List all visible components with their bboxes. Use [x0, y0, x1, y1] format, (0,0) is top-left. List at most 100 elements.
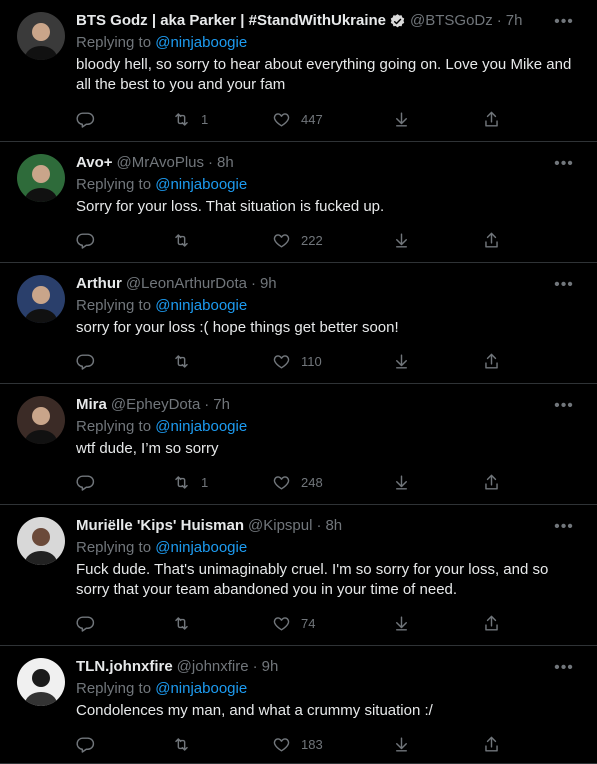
tweet[interactable]: Mira @EpheyDota · 7h ••• Replying to @ni…: [0, 384, 597, 505]
reaction-icon: [396, 111, 407, 127]
reply-button[interactable]: [76, 350, 95, 372]
avatar[interactable]: [17, 517, 65, 565]
tweet-header: BTS Godz | aka Parker | #StandWithUkrain…: [76, 11, 583, 31]
more-options-button[interactable]: •••: [551, 272, 577, 298]
mention-link[interactable]: @ninjaboogie: [155, 176, 247, 193]
display-name[interactable]: Muriëlle 'Kips' Huisman: [76, 516, 244, 536]
reaction-button[interactable]: [392, 108, 411, 130]
reaction-icon: [396, 615, 407, 631]
retweet-button[interactable]: 1: [172, 108, 208, 130]
timestamp[interactable]: 7h: [506, 11, 523, 31]
more-options-button[interactable]: •••: [551, 393, 577, 419]
display-name[interactable]: Arthur: [76, 274, 122, 294]
timestamp[interactable]: 8h: [325, 516, 342, 536]
mention-link[interactable]: @ninjaboogie: [155, 34, 247, 51]
avatar[interactable]: [17, 154, 65, 202]
more-options-button[interactable]: •••: [551, 655, 577, 681]
replying-to-label: Replying to: [76, 418, 152, 435]
avatar-image: [17, 396, 65, 444]
tweet-text: sorry for your loss :( hope things get b…: [76, 319, 399, 336]
user-handle[interactable]: @Kipspul: [248, 516, 312, 536]
mention-link[interactable]: @ninjaboogie: [155, 539, 247, 556]
reaction-button[interactable]: [392, 471, 411, 493]
timestamp[interactable]: 8h: [217, 153, 234, 173]
reply-button[interactable]: [76, 108, 95, 130]
user-handle[interactable]: @MrAvoPlus: [117, 153, 204, 173]
tweet[interactable]: BTS Godz | aka Parker | #StandWithUkrain…: [0, 0, 597, 142]
like-button[interactable]: 447: [272, 108, 323, 130]
reaction-button[interactable]: [392, 350, 411, 372]
more-options-button[interactable]: •••: [551, 151, 577, 177]
avatar[interactable]: [17, 658, 65, 706]
more-icon: •••: [554, 659, 574, 676]
timestamp[interactable]: 9h: [262, 657, 279, 677]
reaction-button[interactable]: [392, 229, 411, 251]
like-button[interactable]: 74: [272, 612, 315, 634]
mention-link[interactable]: @ninjaboogie: [155, 297, 247, 314]
share-icon: [485, 111, 498, 127]
timestamp[interactable]: 7h: [213, 395, 230, 415]
avatar[interactable]: [17, 275, 65, 323]
user-handle[interactable]: @johnxfire: [177, 657, 249, 677]
user-handle[interactable]: @BTSGoDz: [410, 11, 493, 31]
reaction-icon: [396, 474, 407, 490]
separator-dot: ·: [316, 517, 322, 534]
retweet-icon: [175, 475, 188, 489]
reply-button[interactable]: [76, 229, 95, 251]
replying-to-label: Replying to: [76, 176, 152, 193]
share-button[interactable]: [482, 229, 501, 251]
reply-button[interactable]: [76, 733, 95, 755]
share-button[interactable]: [482, 612, 501, 634]
display-name[interactable]: Avo+: [76, 153, 113, 173]
share-button[interactable]: [482, 733, 501, 755]
more-icon: •••: [554, 13, 574, 30]
share-button[interactable]: [482, 350, 501, 372]
mention-link[interactable]: @ninjaboogie: [155, 680, 247, 697]
avatar[interactable]: [17, 396, 65, 444]
like-icon: [273, 354, 290, 369]
avatar-image: [17, 154, 65, 202]
tweet[interactable]: TLN.johnxfire @johnxfire · 9h ••• Replyi…: [0, 646, 597, 764]
user-handle[interactable]: @EpheyDota: [111, 395, 200, 415]
retweet-count: 1: [201, 474, 209, 490]
tweet[interactable]: Avo+ @MrAvoPlus · 8h ••• Replying to @ni…: [0, 142, 597, 263]
retweet-button[interactable]: [172, 350, 201, 372]
retweet-button[interactable]: [172, 229, 201, 251]
replying-to: Replying to @ninjaboogie: [76, 538, 583, 558]
like-icon: [273, 475, 290, 490]
tweet[interactable]: Arthur @LeonArthurDota · 9h ••• Replying…: [0, 263, 597, 384]
reply-button[interactable]: [76, 471, 95, 493]
display-name[interactable]: TLN.johnxfire: [76, 657, 173, 677]
reaction-button[interactable]: [392, 733, 411, 755]
more-icon: •••: [554, 155, 574, 172]
share-icon: [485, 353, 498, 369]
tweet-header: TLN.johnxfire @johnxfire · 9h: [76, 657, 583, 677]
like-count: 74: [301, 615, 316, 631]
tweet-header: Mira @EpheyDota · 7h: [76, 395, 583, 415]
display-name[interactable]: BTS Godz | aka Parker | #StandWithUkrain…: [76, 11, 386, 31]
more-options-button[interactable]: •••: [551, 514, 577, 540]
display-name[interactable]: Mira: [76, 395, 107, 415]
share-button[interactable]: [482, 471, 501, 493]
more-options-button[interactable]: •••: [551, 9, 577, 35]
mention-link[interactable]: @ninjaboogie: [155, 418, 247, 435]
like-button[interactable]: 110: [272, 350, 322, 372]
retweet-button[interactable]: [172, 612, 201, 634]
reply-button[interactable]: [76, 612, 95, 634]
avatar[interactable]: [17, 12, 65, 60]
reply-icon: [76, 736, 95, 753]
like-button[interactable]: 183: [272, 733, 323, 755]
user-handle[interactable]: @LeonArthurDota: [126, 274, 247, 294]
like-icon: [273, 616, 290, 631]
timestamp[interactable]: 9h: [260, 274, 277, 294]
replying-to: Replying to @ninjaboogie: [76, 417, 583, 437]
like-button[interactable]: 222: [272, 229, 323, 251]
share-button[interactable]: [482, 108, 501, 130]
reaction-button[interactable]: [392, 612, 411, 634]
reaction-icon: [396, 232, 407, 248]
retweet-icon: [175, 737, 188, 751]
like-button[interactable]: 248: [272, 471, 323, 493]
tweet[interactable]: Muriëlle 'Kips' Huisman @Kipspul · 8h ••…: [0, 505, 597, 646]
retweet-button[interactable]: [172, 733, 201, 755]
retweet-button[interactable]: 1: [172, 471, 208, 493]
